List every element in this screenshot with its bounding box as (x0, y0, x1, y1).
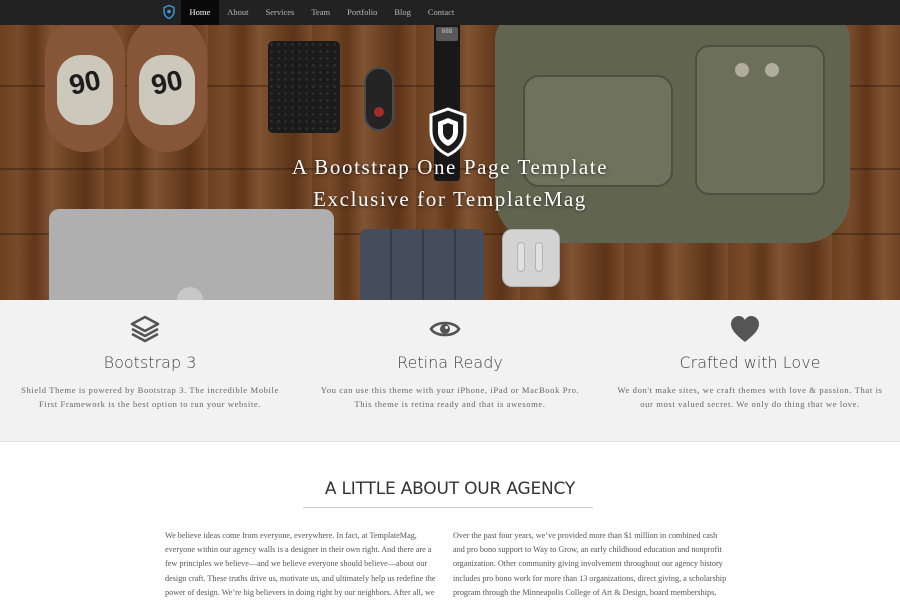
features-section: Bootstrap 3 Shield Theme is powered by B… (0, 300, 900, 442)
shield-icon[interactable] (163, 5, 175, 19)
heart-icon (731, 316, 759, 342)
feature-bootstrap: Bootstrap 3 Shield Theme is powered by B… (0, 300, 300, 442)
hero-banner: 90 90 888 A Bootstrap One Page Template … (0, 25, 900, 300)
layers-icon (130, 315, 160, 343)
nav-services[interactable]: Services (257, 0, 303, 25)
nav-home[interactable]: Home (181, 0, 219, 25)
nav-contact[interactable]: Contact (419, 0, 462, 25)
about-divider (303, 507, 593, 508)
feature-title: Bootstrap 3 (103, 353, 197, 372)
feature-title: Crafted with Love (679, 353, 821, 372)
nav-about[interactable]: About (219, 0, 257, 25)
feature-retina: Retina Ready You can use this theme with… (300, 300, 600, 442)
nav-team[interactable]: Team (303, 0, 339, 25)
eye-icon (429, 321, 461, 337)
about-heading: A LITTLE ABOUT OUR AGENCY (324, 479, 576, 499)
nav-menu: Home About Services Team Portfolio Blog … (181, 0, 463, 25)
shield-logo-icon (429, 107, 467, 157)
nav-blog[interactable]: Blog (386, 0, 420, 25)
feature-text: You can use this theme with your iPhone,… (320, 385, 580, 409)
feature-text: Shield Theme is powered by Bootstrap 3. … (21, 385, 279, 409)
hero-title-line-1: A Bootstrap One Page Template (291, 155, 609, 179)
feature-text: We don't make sites, we craft themes wit… (617, 385, 883, 409)
feature-love: Crafted with Love We don't make sites, w… (600, 300, 900, 442)
navbar: Home About Services Team Portfolio Blog … (0, 0, 900, 25)
about-column-right: Over the past four years, we’ve provided… (453, 531, 727, 597)
about-column-left: We believe ideas come from everyone, eve… (165, 531, 436, 597)
nav-portfolio[interactable]: Portfolio (339, 0, 386, 25)
hero-title-line-2: Exclusive for TemplateMag (313, 187, 587, 211)
feature-title: Retina Ready (397, 353, 503, 372)
